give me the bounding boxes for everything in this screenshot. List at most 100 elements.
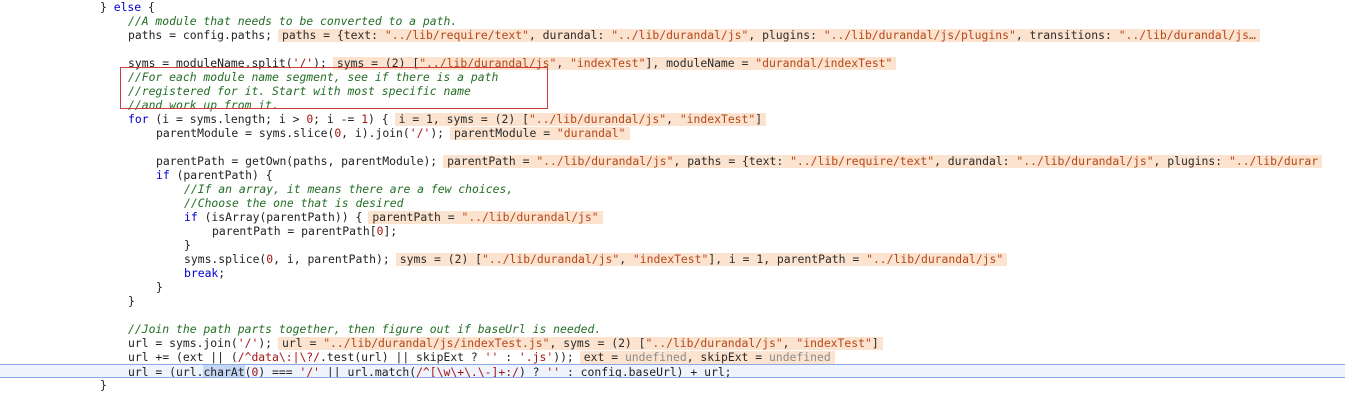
code-token: /^data\:|\?/ [237, 350, 321, 364]
code-token: , i).join( [341, 126, 410, 140]
hint-token: "../lib/durandal/js/indexTest.js" [323, 336, 550, 350]
hint-token: , plugins: [748, 28, 824, 42]
hint-token: , plugins: [1153, 154, 1229, 168]
code-line[interactable]: //A module that needs to be converted to… [0, 14, 1345, 28]
code-token: ) === [258, 365, 300, 378]
hint-token: "indexTest" [570, 56, 646, 70]
code-line[interactable] [0, 308, 1345, 322]
hint-token: "durandal" [556, 126, 626, 140]
hint-token: , durandal: [934, 154, 1017, 168]
code-text: } [156, 280, 163, 294]
code-line[interactable]: url += (ext || (/^data\:|\?/.test(url) |… [0, 350, 1345, 364]
code-line[interactable]: } else { [0, 0, 1345, 14]
code-line[interactable] [0, 42, 1345, 56]
code-token: } [156, 280, 163, 294]
hint-token: parentPath = [372, 210, 462, 224]
code-token: //A module that needs to be converted to… [128, 14, 458, 28]
hint-token: undefined [768, 350, 831, 364]
hint-token: , [666, 112, 680, 126]
code-token: (i = syms.length; i > [148, 112, 307, 126]
code-line[interactable]: if (parentPath) { [0, 168, 1345, 182]
code-line[interactable]: syms.splice(0, i, parentPath); syms = (2)… [0, 252, 1345, 266]
code-token: ); [258, 336, 273, 350]
code-line[interactable]: //Join the path parts together, then fig… [0, 322, 1345, 336]
code-line[interactable]: parentPath = parentPath[0]; [0, 224, 1345, 238]
code-token: '.js' [518, 350, 554, 364]
code-token: if [184, 210, 198, 224]
code-token: } [100, 0, 114, 14]
hint-token: i = 1, syms = (2) [ [398, 112, 529, 126]
hint-token: "../lib/require/text" [384, 28, 529, 42]
code-line[interactable]: parentPath = getOwn(paths, parentModule)… [0, 154, 1345, 168]
inline-value-hint: parentModule = "durandal" [450, 126, 630, 140]
hint-token: paths = {text: [282, 28, 385, 42]
code-text: } [184, 238, 191, 252]
inline-value-hint: syms = (2) ["../lib/durandal/js", "index… [395, 252, 1008, 266]
code-token: (parentPath) { [169, 168, 273, 182]
hint-token: ext = [583, 350, 625, 364]
hint-token: ] [871, 336, 879, 350]
hint-token: "../lib/durandal/js… [1118, 28, 1256, 42]
code-line[interactable]: if (isArray(parentPath)) {parentPath = "… [0, 210, 1345, 224]
code-line[interactable]: } [0, 378, 1345, 392]
code-token: break [184, 266, 219, 280]
code-token: //Choose the one that is desired [184, 196, 404, 210]
code-token: syms.splice( [184, 252, 267, 266]
code-token: } [100, 378, 107, 392]
hint-token: "../lib/durandal/js" [611, 28, 749, 42]
hint-token: "durandal/indexTest" [755, 56, 893, 70]
code-line[interactable]: } [0, 280, 1345, 294]
hint-token: "../lib/durandal/js" [866, 252, 1004, 266]
code-line[interactable]: } [0, 238, 1345, 252]
hint-token: "../lib/durandal/js" [645, 336, 783, 350]
code-text: break; [184, 266, 225, 280]
code-text: url += (ext || (/^data\:|\?/.test(url) |… [128, 350, 835, 364]
hint-token: , [619, 252, 633, 266]
hint-token: parentPath = [447, 154, 537, 168]
hint-token: , paths = {text: [673, 154, 791, 168]
hint-token: "indexTest" [632, 252, 709, 266]
code-line[interactable]: } [0, 294, 1345, 308]
code-line[interactable]: parentModule = syms.slice(0, i).join('/'… [0, 126, 1345, 140]
hint-token: , syms = (2) [ [549, 336, 646, 350]
code-line[interactable]: for (i = syms.length; i > 0; i -= 1) {i … [0, 112, 1345, 126]
code-token: '' [546, 365, 561, 378]
inline-value-hint: parentPath = "../lib/durandal/js" [368, 210, 603, 224]
code-token: url += (ext || ( [128, 350, 238, 364]
code-text: if (parentPath) { [156, 168, 273, 182]
code-text: url = (url.charAt(0) === '/' || url.matc… [128, 365, 732, 378]
hint-token: "../lib/require/text" [790, 154, 935, 168]
code-text: } [100, 378, 107, 392]
code-token: '/' [409, 126, 431, 140]
code-line[interactable] [0, 140, 1345, 154]
code-token: ; i -= [313, 112, 362, 126]
code-token: else [113, 0, 142, 14]
code-text: paths = config.paths; paths = {text: "../… [128, 28, 1260, 42]
code-token: '' [484, 350, 499, 364]
hint-token: "../lib/durandal/js" [482, 252, 620, 266]
inline-value-hint: parentPath = "../lib/durandal/js" , paths… [443, 154, 1323, 168]
code-line[interactable]: paths = config.paths; paths = {text: "../… [0, 28, 1345, 42]
code-line[interactable]: break; [0, 266, 1345, 280]
code-token: /^[\w\+\.\-]+:/ [416, 365, 519, 378]
code-text: parentPath = parentPath[0]; [212, 224, 397, 238]
code-line[interactable]: url = syms.join('/'); url = "../lib/duran… [0, 336, 1345, 350]
code-text: for (i = syms.length; i > 0; i -= 1) {i … [128, 112, 767, 126]
current-execution-line[interactable]: url = (url.charAt(0) === '/' || url.matc… [0, 364, 1345, 378]
code-line[interactable]: //Choose the one that is desired [0, 196, 1345, 210]
hint-token: , skipExt = [686, 350, 769, 364]
code-token: ) ? [518, 365, 547, 378]
code-line[interactable]: //If an array, it means there are a few … [0, 182, 1345, 196]
hint-token: "../lib/durandal/js" [461, 210, 599, 224]
code-token: ); [430, 126, 445, 140]
code-token: '/' [299, 365, 321, 378]
code-token: //Join the path parts together, then fig… [128, 322, 602, 336]
code-text: if (isArray(parentPath)) {parentPath = "… [184, 210, 603, 224]
code-text: parentModule = syms.slice(0, i).join('/'… [156, 126, 630, 140]
inline-value-hint: ext = undefined, skipExt = undefined [579, 350, 835, 364]
hint-token: ] [755, 112, 763, 126]
selected-token: charAt [203, 365, 245, 378]
hint-token: "../lib/durandal/js" [1016, 154, 1154, 168]
code-text: //Choose the one that is desired [184, 196, 403, 210]
code-editor[interactable]: } else {//A module that needs to be conv… [0, 0, 1345, 400]
